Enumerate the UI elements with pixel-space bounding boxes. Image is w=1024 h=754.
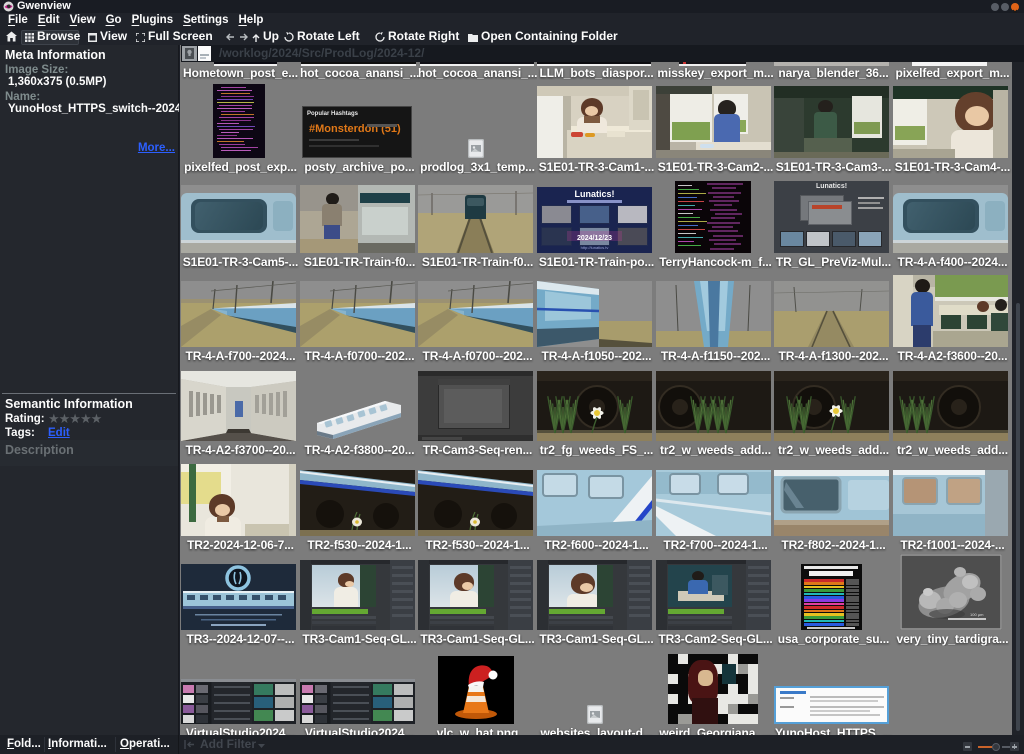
svg-text:100 µm: 100 µm — [970, 612, 984, 617]
